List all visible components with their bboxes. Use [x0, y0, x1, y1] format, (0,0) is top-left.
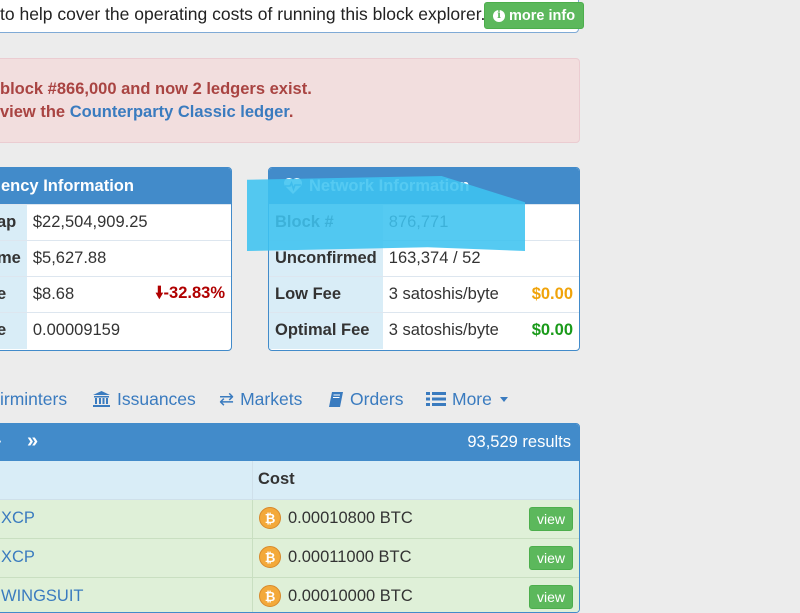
- low-fee-row: Low Fee 3 satoshis/byte $0.00: [269, 276, 579, 313]
- table-row: XCP ₿ 0.00010800 BTC view: [0, 500, 579, 539]
- nav-more-dropdown[interactable]: More: [426, 386, 508, 412]
- nav-dispensers[interactable]: irminters: [0, 386, 67, 412]
- nav-issuances[interactable]: Issuances: [92, 386, 196, 412]
- arrow-down-icon: 🠛: [155, 283, 164, 302]
- exchange-icon: ⇄: [219, 388, 235, 409]
- currency-info-panel: ency Information ap $22,504,909.25 me $5…: [0, 167, 232, 351]
- bitcoin-icon: ₿: [259, 507, 281, 529]
- alert-suffix: .: [288, 103, 294, 121]
- row-label: me: [0, 240, 27, 277]
- cost-value: 0.00011000 BTC: [288, 548, 412, 566]
- results-count: 93,529 results: [467, 433, 571, 451]
- row-value: 3 satoshis/byte: [382, 276, 520, 313]
- chevron-down-icon: [499, 396, 508, 402]
- row-label: ap: [0, 204, 27, 241]
- row-value: 3 satoshis/byte: [382, 312, 520, 349]
- last-page-icon[interactable]: »: [27, 430, 38, 453]
- currency-panel-header: ency Information: [0, 168, 231, 204]
- list-icon: [426, 392, 446, 406]
- bank-icon: [93, 391, 110, 407]
- volume-row: me $5,627.88: [0, 240, 231, 277]
- cost-column-header: Cost: [258, 470, 295, 488]
- asset-link[interactable]: WINGSUIT: [1, 587, 84, 606]
- bitcoin-icon: ₿: [259, 585, 281, 607]
- price-change: 🠛-32.83%: [107, 276, 231, 313]
- heartbeat-icon: [284, 178, 302, 194]
- more-info-label: more info: [509, 7, 576, 24]
- row-label: e: [0, 276, 27, 313]
- row-value: 163,374 / 52: [382, 240, 579, 277]
- table-row: WINGSUIT ₿ 0.00010000 BTC view: [0, 578, 579, 612]
- more-info-button[interactable]: i more info: [484, 2, 585, 29]
- nav-markets[interactable]: ⇄ Markets: [219, 386, 302, 412]
- optimal-fee-row: Optimal Fee 3 satoshis/byte $0.00: [269, 312, 579, 349]
- optimal-fee-usd: $0.00: [519, 312, 579, 349]
- results-header: › » 93,529 results: [0, 424, 579, 461]
- view-button[interactable]: view: [529, 507, 574, 531]
- row-value: $5,627.88: [26, 240, 231, 277]
- asset-link[interactable]: XCP: [1, 509, 35, 528]
- cost-value: 0.00010000 BTC: [288, 587, 413, 605]
- explorer-nav: irminters Issuances ⇄ Markets Orders Mor…: [0, 386, 560, 412]
- network-panel-header: Network Information: [269, 168, 579, 204]
- row-value: $22,504,909.25: [26, 204, 231, 241]
- view-button[interactable]: view: [529, 546, 574, 570]
- nav-orders[interactable]: Orders: [328, 386, 403, 412]
- bitcoin-icon: ₿: [259, 546, 281, 568]
- row-value: 0.00009159: [26, 312, 231, 349]
- info-icon: i: [493, 9, 505, 22]
- book-icon: [329, 391, 343, 407]
- ledger-alert: [0, 58, 580, 143]
- currency-panel-title: ency Information: [1, 176, 134, 195]
- row-label: e: [0, 312, 27, 349]
- column-divider: [252, 500, 253, 538]
- network-panel-title: Network Information: [309, 176, 470, 195]
- btc-price-row: e 0.00009159: [0, 312, 231, 349]
- next-page-icon[interactable]: ›: [0, 430, 2, 453]
- market-cap-row: ap $22,504,909.25: [0, 204, 231, 241]
- dispensers-results-panel: › » 93,529 results Cost XCP ₿ 0.00010800…: [0, 423, 580, 613]
- column-divider: [252, 539, 253, 577]
- donation-text: to help cover the operating costs of run…: [0, 4, 486, 24]
- low-fee-usd: $0.00: [519, 276, 579, 313]
- alert-line-1: block #866,000 and now 2 ledgers exist.: [0, 80, 312, 98]
- price-row: e $8.68 🠛-32.83%: [0, 276, 231, 313]
- column-divider: [252, 461, 253, 499]
- network-info-panel: Network Information Block # 876,771 Unco…: [268, 167, 580, 351]
- classic-ledger-link[interactable]: Counterparty Classic ledger: [70, 103, 289, 121]
- row-value: 876,771: [382, 204, 579, 241]
- column-divider: [252, 578, 253, 612]
- row-label: Unconfirmed: [269, 240, 383, 277]
- row-value: $8.68: [26, 276, 108, 313]
- row-label: Optimal Fee: [269, 312, 383, 349]
- block-height-row: Block # 876,771: [269, 204, 579, 241]
- cost-value: 0.00010800 BTC: [288, 509, 413, 527]
- table-header: Cost: [0, 461, 579, 500]
- asset-link[interactable]: XCP: [1, 548, 35, 567]
- table-row: XCP ₿ 0.00011000 BTC view: [0, 539, 579, 578]
- alert-line-2: view the Counterparty Classic ledger.: [0, 103, 293, 122]
- unconfirmed-row: Unconfirmed 163,374 / 52: [269, 240, 579, 277]
- row-label: Low Fee: [269, 276, 383, 313]
- alert-prefix: view the: [0, 103, 70, 121]
- row-label: Block #: [269, 204, 383, 241]
